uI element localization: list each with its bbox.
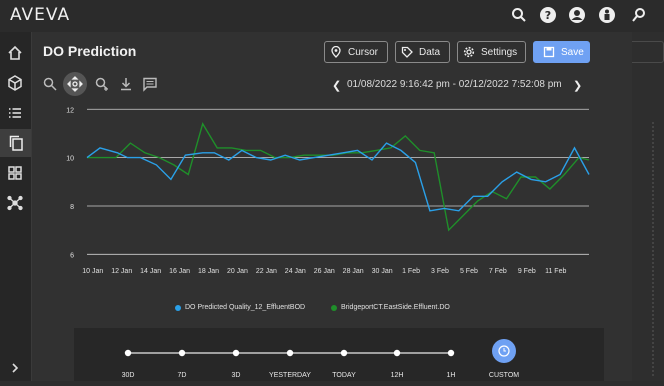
y-tick-label: 12 [66, 107, 74, 114]
tag-icon [401, 46, 413, 58]
cursor-button[interactable]: Cursor [324, 41, 388, 63]
home-icon[interactable] [6, 44, 24, 62]
x-tick-label: 12 Jan [111, 268, 132, 275]
x-tick-label: 11 Feb [545, 268, 566, 275]
timeline-stop-today[interactable] [340, 349, 348, 357]
x-tick-label: 7 Feb [489, 268, 507, 275]
x-tick-label: 1 Feb [402, 268, 420, 275]
settings-button-label: Settings [481, 46, 518, 58]
series-line-1 [86, 142, 590, 212]
x-tick-label: 9 Feb [518, 268, 536, 275]
timeline-stop-12h[interactable] [393, 349, 401, 357]
timeline-label-1h[interactable]: 1H [447, 372, 456, 379]
dashboard-icon[interactable] [6, 164, 24, 182]
main-panel: DO Prediction Cursor Data Settings Save … [32, 32, 632, 381]
save-button[interactable]: Save [533, 41, 590, 63]
pan-icon [67, 76, 83, 92]
data-button-label: Data [419, 46, 441, 58]
x-tick-label: 3 Feb [431, 268, 449, 275]
zoom-search-icon[interactable] [630, 6, 648, 24]
timeline-stop-1h[interactable] [447, 349, 455, 357]
legend-item-predicted[interactable]: DO Predicted Quality_12_EffluentBOD [175, 304, 305, 311]
series-line-2 [87, 122, 590, 232]
x-tick-label: 20 Jan [227, 268, 248, 275]
data-button[interactable]: Data [395, 41, 450, 63]
download-icon[interactable] [118, 76, 134, 92]
time-range-track: 30D 7D 3D YESTERDAY TODAY 12H 1H CUSTOM [122, 339, 519, 379]
zoom-in-icon[interactable] [94, 76, 110, 92]
timeline-label-30d[interactable]: 30D [122, 372, 135, 379]
x-tick-label: 28 Jan [343, 268, 364, 275]
timeline-label-7d[interactable]: 7D [178, 372, 187, 379]
timeline-label-yesterday[interactable]: YESTERDAY [269, 372, 311, 379]
list-icon[interactable] [6, 104, 24, 122]
sidebar-item-copy[interactable] [0, 129, 31, 157]
sidebar [0, 32, 32, 381]
top-bar: AVEVA ? [0, 0, 664, 32]
y-tick-label: 10 [66, 156, 74, 163]
x-tick-label: 14 Jan [140, 268, 161, 275]
comment-icon[interactable] [142, 76, 158, 92]
timeline-label-12h[interactable]: 12H [391, 372, 404, 379]
x-tick-label: 18 Jan [198, 268, 219, 275]
x-tick-label: 26 Jan [314, 268, 335, 275]
x-tick-label: 5 Feb [460, 268, 478, 275]
svg-text:?: ? [545, 9, 551, 22]
user-badge-icon[interactable] [598, 6, 616, 24]
x-tick-label: 10 Jan [82, 268, 103, 275]
save-button-label: Save [561, 46, 584, 58]
timeline-label-today[interactable]: TODAY [332, 372, 356, 379]
line-chart[interactable]: 6 8 10 12 10 Jan 12 Jan 14 Jan 16 Jan 18 Jan 20 J… [32, 98, 602, 288]
date-range: 01/08/2022 9:16:42 pm - 02/12/2022 7:52:… [347, 79, 562, 90]
location-pin-icon [331, 46, 341, 58]
gear-icon [463, 46, 475, 58]
timeline-label-3d[interactable]: 3D [232, 372, 241, 379]
legend-marker-effluent [331, 304, 337, 311]
legend-item-effluent[interactable]: BridgeportCT.EastSide.Effluent.DO [331, 304, 450, 311]
x-tick-label: 24 Jan [285, 268, 306, 275]
right-panel-edge [632, 32, 664, 381]
floppy-disk-icon [543, 46, 555, 58]
expand-sidebar-button[interactable] [0, 356, 31, 381]
timeline-stop-30d[interactable] [124, 349, 132, 357]
timeline-label-custom[interactable]: CUSTOM [489, 372, 519, 379]
y-tick-label: 6 [70, 252, 74, 259]
network-icon[interactable] [6, 194, 24, 212]
chevron-right-icon [12, 363, 19, 373]
previous-range-button[interactable]: ❮ [332, 79, 341, 92]
legend-label-predicted: DO Predicted Quality_12_EffluentBOD [185, 304, 306, 311]
copy-icon [9, 135, 23, 151]
next-range-button[interactable]: ❯ [573, 79, 582, 92]
scrollbar[interactable] [652, 122, 654, 377]
help-icon[interactable]: ? [539, 6, 557, 24]
x-tick-label: 30 Jan [372, 268, 393, 275]
timeline-stop-3d[interactable] [232, 349, 240, 357]
x-tick-label: 22 Jan [256, 268, 277, 275]
x-tick-label: 16 Jan [169, 268, 190, 275]
time-range-selector: 30D 7D 3D YESTERDAY TODAY 12H 1H CUSTOM [74, 328, 604, 381]
y-tick-label: 8 [70, 204, 74, 211]
search-icon[interactable] [510, 6, 528, 24]
account-icon[interactable] [568, 6, 586, 24]
page-title: DO Prediction [43, 43, 137, 59]
legend-label-effluent: BridgeportCT.EastSide.Effluent.DO [341, 304, 450, 311]
timeline-stop-yesterday[interactable] [286, 349, 294, 357]
settings-button[interactable]: Settings [457, 41, 526, 63]
timeline-stop-7d[interactable] [178, 349, 186, 357]
cursor-button-label: Cursor [348, 46, 379, 58]
pan-tool-button[interactable] [63, 72, 87, 96]
legend-marker-predicted [175, 304, 181, 311]
brand-logo: AVEVA [10, 5, 71, 25]
cube-icon[interactable] [6, 74, 24, 92]
zoom-icon[interactable] [42, 76, 58, 92]
